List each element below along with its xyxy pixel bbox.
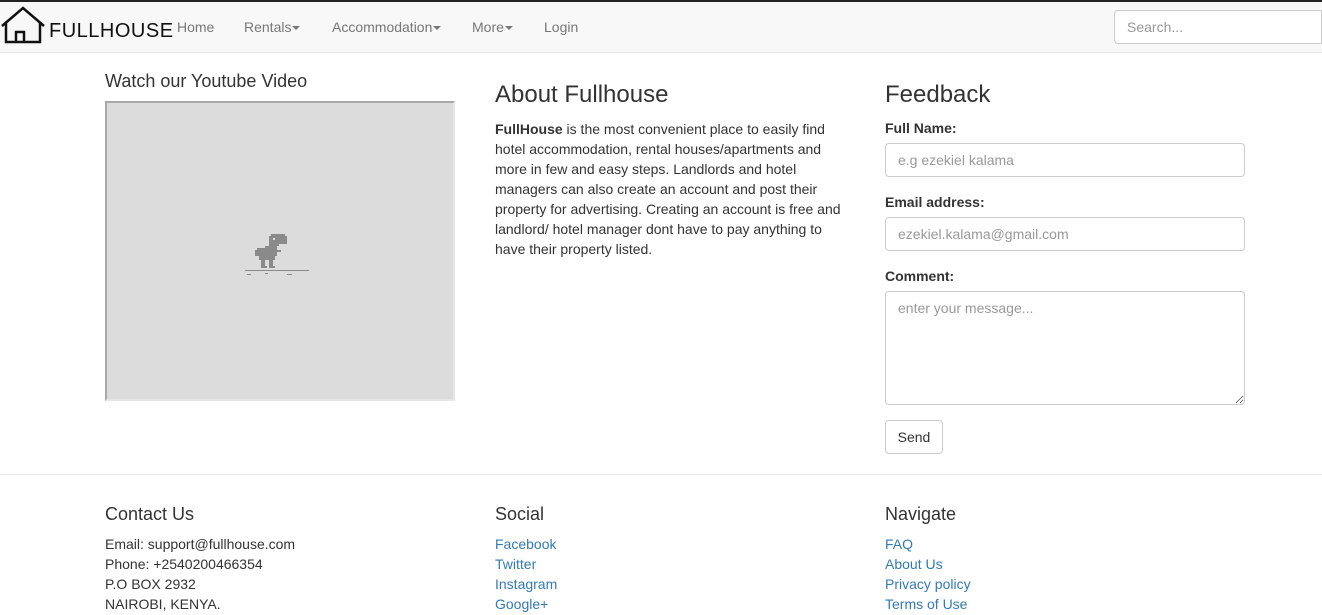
about-us-link[interactable]: About Us <box>885 556 943 572</box>
comment-label: Comment: <box>885 268 955 284</box>
navbar: FULLHOUSE Home Rentals Accommodation Mor… <box>0 2 1322 53</box>
twitter-link[interactable]: Twitter <box>495 556 536 572</box>
contact-city: NAIROBI, KENYA. <box>105 596 221 612</box>
nav-rentals-label: Rentals <box>244 19 292 35</box>
navigate-list: FAQ About Us Privacy policy Terms of Use <box>885 534 971 614</box>
footer-divider <box>0 474 1322 475</box>
nav-more[interactable]: More <box>472 19 513 35</box>
contact-po-box: P.O BOX 2932 <box>105 576 196 592</box>
brand-logo[interactable]: FULLHOUSE <box>0 4 174 44</box>
video-heading: Watch our Youtube Video <box>105 71 308 91</box>
nav-login[interactable]: Login <box>544 19 578 35</box>
contact-list: Email: support@fullhouse.com Phone: +254… <box>105 534 295 614</box>
caret-down-icon <box>292 26 301 31</box>
email-label: Email address: <box>885 194 985 210</box>
contact-phone: Phone: +2540200466354 <box>105 556 263 572</box>
nav-login-label: Login <box>544 19 579 35</box>
feedback-heading: Feedback <box>885 81 991 108</box>
facebook-link[interactable]: Facebook <box>495 536 556 552</box>
faq-link[interactable]: FAQ <box>885 536 913 552</box>
navigate-heading: Navigate <box>885 504 957 524</box>
nav-more-label: More <box>472 19 504 35</box>
contact-email: Email: support@fullhouse.com <box>105 536 296 552</box>
about-heading: About Fullhouse <box>495 81 669 108</box>
house-icon <box>1 6 45 44</box>
about-body-text: is the most convenient place to easily f… <box>495 121 841 257</box>
social-heading: Social <box>495 504 545 524</box>
instagram-link[interactable]: Instagram <box>495 576 557 592</box>
terms-of-use-link[interactable]: Terms of Use <box>885 596 967 612</box>
caret-down-icon <box>504 26 513 31</box>
contact-heading: Contact Us <box>105 504 195 524</box>
nav-home[interactable]: Home <box>177 19 214 35</box>
comment-textarea[interactable] <box>885 291 1245 405</box>
nav-accommodation-label: Accommodation <box>332 19 433 35</box>
full-name-input[interactable] <box>885 143 1245 177</box>
offline-dino-icon <box>245 234 309 275</box>
nav-accommodation[interactable]: Accommodation <box>332 19 442 35</box>
nav-rentals[interactable]: Rentals <box>244 19 301 35</box>
email-input[interactable] <box>885 217 1245 251</box>
search-button[interactable] <box>1308 10 1322 44</box>
full-name-label: Full Name: <box>885 120 957 136</box>
caret-down-icon <box>433 26 442 31</box>
google-plus-link[interactable]: Google+ <box>495 596 548 612</box>
privacy-policy-link[interactable]: Privacy policy <box>885 576 971 592</box>
about-paragraph: FullHouse is the most convenient place t… <box>495 119 847 259</box>
brand-name: FULLHOUSE <box>49 20 174 42</box>
nav-home-label: Home <box>177 19 215 35</box>
search-input[interactable] <box>1114 10 1310 44</box>
about-brand-word: FullHouse <box>495 121 563 137</box>
send-button[interactable]: Send <box>885 420 943 454</box>
youtube-video-frame[interactable] <box>105 101 455 401</box>
social-list: Facebook Twitter Instagram Google+ <box>495 534 557 614</box>
